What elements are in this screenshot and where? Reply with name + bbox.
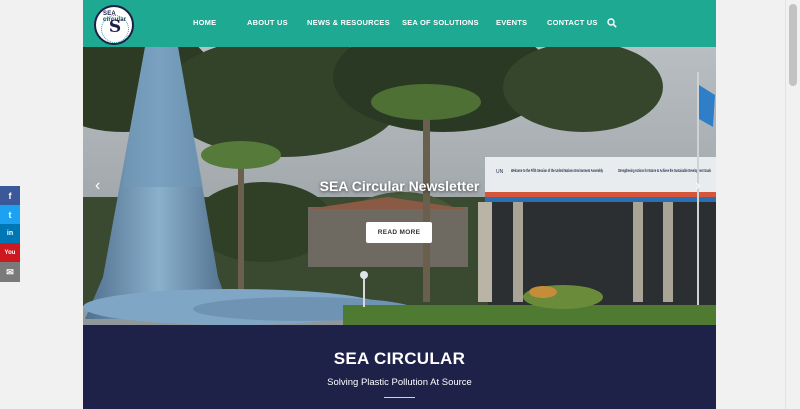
banner-title: SEA CIRCULAR [333, 349, 466, 368]
intro-banner: SEA CIRCULAR Solving Plastic Pollution A… [83, 325, 716, 409]
nav-item-about-us[interactable]: ABOUT US [247, 18, 288, 27]
search-icon[interactable] [607, 18, 617, 28]
nav-item-home[interactable]: HOME [193, 18, 216, 27]
hero-slider: UN Welcome to the Fifth Session of the U… [83, 47, 716, 325]
youtube-icon: You [4, 250, 16, 256]
un-sign-logo: UN [496, 169, 504, 175]
linkedin-share-button[interactable]: in [0, 224, 20, 244]
nav-item-sea-of-solutions[interactable]: SEA OF SOLUTIONS [402, 18, 479, 27]
twitter-share-button[interactable]: t [0, 205, 20, 225]
banner-subtitle: Solving Plastic Pollution At Source [327, 377, 472, 388]
nav-item-contact-us[interactable]: CONTACT US [547, 18, 598, 27]
top-navbar: SEA circular S HOME ABOUT US NEWS & RESO… [83, 0, 716, 47]
site-logo[interactable]: SEA circular S [94, 5, 134, 45]
slide-title: SEA Circular Newsletter [319, 178, 480, 194]
linkedin-icon: in [6, 230, 14, 237]
page-scrollbar[interactable] [785, 0, 800, 409]
slider-prev-arrow[interactable]: ‹ [95, 178, 100, 194]
un-sign-left-text: Welcome to the Fifth Session of the Unit… [511, 168, 603, 173]
website: SEA circular S HOME ABOUT US NEWS & RESO… [83, 0, 716, 409]
read-more-button[interactable]: READ MORE [366, 222, 432, 243]
nav-item-news-resources[interactable]: NEWS & RESOURCES [307, 18, 390, 27]
facebook-share-button[interactable]: f [0, 186, 20, 206]
email-icon: ✉ [6, 267, 14, 277]
youtube-share-button[interactable]: You [0, 243, 20, 263]
logo-monogram: S [108, 17, 122, 37]
banner-divider [384, 397, 415, 398]
facebook-icon: f [8, 191, 12, 201]
slider-next-arrow[interactable]: › [695, 178, 700, 194]
scrollbar-thumb[interactable] [789, 4, 797, 86]
nav-item-events[interactable]: EVENTS [496, 18, 527, 27]
email-share-button[interactable]: ✉ [0, 262, 20, 282]
twitter-icon: t [8, 210, 12, 220]
